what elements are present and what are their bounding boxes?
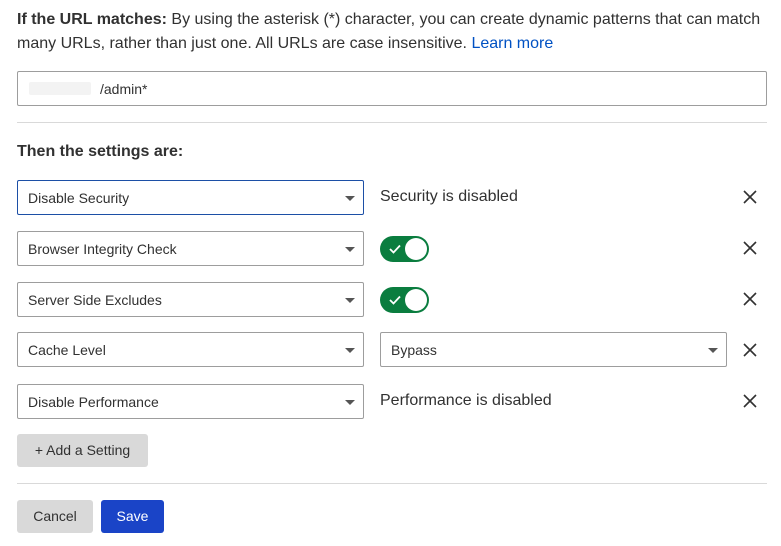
- chevron-down-icon: [345, 298, 355, 303]
- setting-value-text: Security is disabled: [380, 188, 518, 205]
- toggle-knob: [405, 289, 427, 311]
- setting-select-label: Cache Level: [28, 342, 106, 358]
- close-icon[interactable]: [741, 290, 759, 308]
- close-icon[interactable]: [741, 392, 759, 410]
- chevron-down-icon: [345, 400, 355, 405]
- close-icon[interactable]: [741, 239, 759, 257]
- setting-value-text: Performance is disabled: [380, 392, 552, 409]
- chevron-down-icon: [345, 348, 355, 353]
- toggle-knob: [405, 238, 427, 260]
- setting-select-label: Disable Security: [28, 190, 130, 206]
- setting-select-1[interactable]: Disable Security: [17, 180, 364, 215]
- divider: [17, 122, 767, 123]
- url-pattern-value: /admin*: [100, 81, 148, 97]
- url-match-description: If the URL matches: By using the asteris…: [17, 8, 767, 56]
- close-icon[interactable]: [741, 188, 759, 206]
- check-icon: [389, 244, 401, 254]
- setting-select-3[interactable]: Server Side Excludes: [17, 282, 364, 317]
- divider: [17, 483, 767, 484]
- chevron-down-icon: [708, 348, 718, 353]
- url-match-heading: If the URL matches:: [17, 11, 167, 28]
- setting-select-label: Browser Integrity Check: [28, 241, 177, 257]
- setting-select-label: Disable Performance: [28, 394, 159, 410]
- setting-select-4[interactable]: Cache Level: [17, 332, 364, 367]
- cache-level-select[interactable]: Bypass: [380, 332, 727, 367]
- url-pattern-input[interactable]: /admin*: [17, 71, 767, 106]
- redacted-domain: [29, 82, 91, 95]
- chevron-down-icon: [345, 247, 355, 252]
- setting-select-2[interactable]: Browser Integrity Check: [17, 231, 364, 266]
- close-icon[interactable]: [741, 341, 759, 359]
- server-side-excludes-toggle[interactable]: [380, 287, 429, 313]
- add-setting-button[interactable]: + Add a Setting: [17, 434, 148, 467]
- save-button[interactable]: Save: [101, 500, 164, 533]
- browser-integrity-toggle[interactable]: [380, 236, 429, 262]
- setting-select-5[interactable]: Disable Performance: [17, 384, 364, 419]
- setting-select-label: Server Side Excludes: [28, 292, 162, 308]
- check-icon: [389, 295, 401, 305]
- cancel-button[interactable]: Cancel: [17, 500, 93, 533]
- settings-section-title: Then the settings are:: [17, 143, 184, 160]
- chevron-down-icon: [345, 196, 355, 201]
- learn-more-link[interactable]: Learn more: [471, 35, 553, 52]
- cache-level-value: Bypass: [391, 342, 437, 358]
